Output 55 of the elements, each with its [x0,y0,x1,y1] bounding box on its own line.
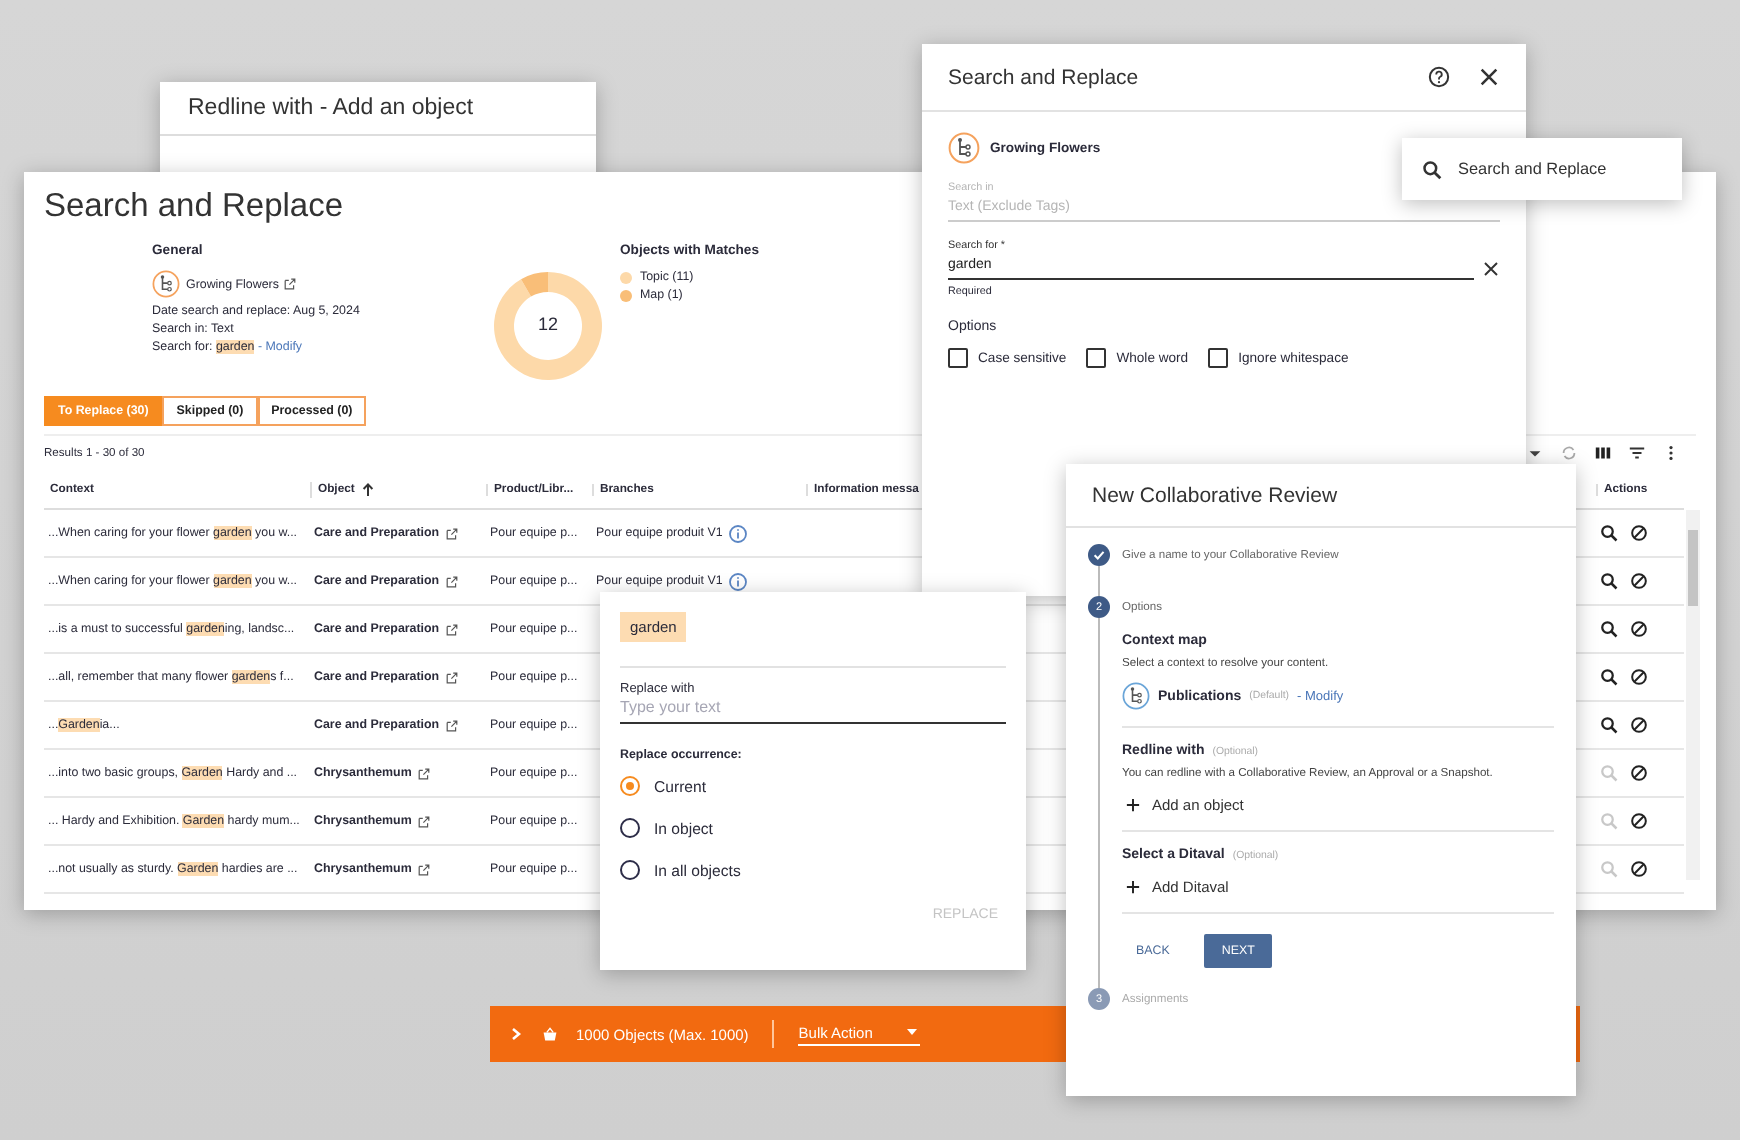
map-icon [948,132,980,164]
map-icon [1122,682,1150,710]
preview-icon[interactable] [1600,716,1618,734]
plus-icon [1126,880,1140,894]
dialog-title: Search and Replace [948,65,1139,89]
skip-icon[interactable] [1630,524,1648,542]
columns-icon[interactable] [1594,444,1612,463]
preview-icon[interactable] [1600,620,1618,638]
checkbox[interactable] [1208,348,1229,368]
external-link-icon[interactable] [284,278,297,290]
radio-button[interactable] [620,818,640,838]
window-title: Redline with - Add an object [160,82,596,136]
skip-icon[interactable] [1630,716,1648,734]
basket-icon [542,1026,558,1042]
skip-icon[interactable] [1630,668,1648,686]
info-icon[interactable] [728,523,749,543]
donut-slice-large [494,272,602,380]
replace-field[interactable]: Type your text [620,696,1006,724]
close-icon[interactable] [1478,66,1500,88]
map-icon [152,270,180,298]
chevron-icon[interactable] [508,1026,524,1042]
checkbox[interactable] [948,348,968,368]
scrollbar[interactable] [1686,510,1700,880]
search-icon[interactable] [1422,159,1442,179]
skip-icon[interactable] [1630,812,1648,830]
radio-button[interactable] [620,776,640,796]
skip-icon[interactable] [1630,860,1648,878]
external-link-icon[interactable] [417,863,430,875]
preview-icon[interactable] [1600,524,1618,542]
skip-icon[interactable] [1630,572,1648,590]
total-count: 12 [535,314,560,334]
external-link-icon[interactable] [445,671,458,683]
info-icon[interactable] [728,571,749,591]
preview-icon[interactable] [1600,668,1618,686]
external-link-icon[interactable] [417,767,430,779]
clear-icon[interactable] [1482,260,1500,278]
skip-icon[interactable] [1630,764,1648,782]
external-link-icon[interactable] [445,575,458,587]
dialog-title: New Collaborative Review [1092,483,1338,507]
page-title: Search and Replace [44,188,344,226]
radio-button[interactable] [620,860,640,880]
external-link-icon[interactable] [445,527,458,539]
preview-icon[interactable] [1600,572,1618,590]
external-link-icon[interactable] [445,623,458,635]
external-link-icon[interactable] [445,719,458,731]
external-link-icon[interactable] [417,815,430,827]
checkbox[interactable] [1086,348,1107,368]
menu-item[interactable]: Search and Replace [1458,160,1607,178]
plus-icon [1126,798,1140,812]
sort-arrow-icon[interactable] [360,482,377,498]
skip-icon[interactable] [1630,620,1648,638]
filter-icon[interactable] [1628,444,1646,463]
donut-slice-small [521,272,548,297]
help-icon[interactable] [1428,66,1450,88]
caret-icon [904,1024,921,1040]
